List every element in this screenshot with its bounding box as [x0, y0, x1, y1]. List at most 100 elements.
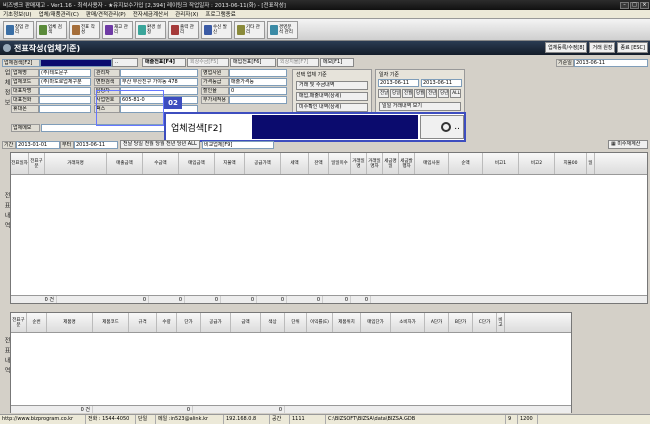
top-grid-column-header[interactable]: 순액 [449, 153, 483, 174]
bottom-grid-body[interactable] [11, 333, 571, 405]
menu-item[interactable]: 기초정보(U) [3, 10, 32, 18]
top-grid-column-header[interactable]: 매입사원 [415, 153, 449, 174]
date-quick-button[interactable]: 전월 [402, 89, 414, 98]
recalc-unpaid-button[interactable]: ▦ 미수재계산 [608, 140, 648, 149]
top-grid-column-header[interactable]: 거래일명 [351, 153, 367, 174]
bottom-grid-column-header[interactable]: 금액 [231, 313, 261, 332]
field-value[interactable]: 매출가격등 [229, 78, 287, 86]
bottom-grid-column-header[interactable]: 단가 [177, 313, 201, 332]
date-quick-button[interactable]: 당일 [390, 89, 402, 98]
bottom-grid-column-header[interactable]: 제품코드 [93, 313, 129, 332]
top-grid-column-header[interactable]: 세금명일 [383, 153, 399, 174]
top-grid-body[interactable] [11, 175, 647, 295]
menu-item[interactable]: 판매/견적관리(P) [86, 10, 126, 18]
field-value[interactable] [39, 105, 91, 113]
menu-item[interactable]: 전자세금계산서 [133, 10, 168, 18]
date-from-input[interactable]: 2013-06-11 [378, 79, 419, 87]
bottom-grid-column-header[interactable]: A단가 [425, 313, 449, 332]
bottom-grid-column-header[interactable]: 제품위치 [333, 313, 361, 332]
tooltip-search-input[interactable] [250, 115, 418, 139]
field-value[interactable] [229, 69, 287, 77]
daily-history-button[interactable]: 일일 거래내역 보기 [379, 102, 461, 111]
top-grid-column-header[interactable]: 거래일명자 [367, 153, 383, 174]
top-grid-column-header[interactable]: 세금발행자 [399, 153, 415, 174]
date-to-input[interactable]: 2013-06-11 [421, 79, 462, 87]
bottom-grid-column-header[interactable]: 단위 [285, 313, 307, 332]
field-value[interactable] [120, 69, 198, 77]
top-grid-column-header[interactable]: 공급가액 [245, 153, 281, 174]
date-quick-button[interactable]: 당월 [414, 89, 426, 98]
field-value[interactable] [229, 96, 287, 104]
bottom-grid-column-header[interactable]: C단가 [473, 313, 497, 332]
toolbar-button[interactable]: 업체 검색 [36, 20, 67, 39]
top-grid-column-header[interactable]: 잔액 [309, 153, 329, 174]
field-value[interactable]: 0 [229, 87, 287, 95]
toolbar-button[interactable]: 기타 관리 [234, 20, 265, 39]
trade-detail-button[interactable]: 매입,매출내역(상세) [296, 92, 368, 101]
tab-collection[interactable]: 회상수금[F5] [187, 58, 229, 67]
bottom-grid-column-header[interactable]: 순번 [27, 313, 47, 332]
base-date-input[interactable]: 2013-06-11 [574, 58, 648, 67]
top-grid-column-header[interactable]: 수금액 [143, 153, 179, 174]
field-value[interactable] [39, 87, 91, 95]
exit-button[interactable]: 종료 [ESC] [617, 42, 648, 53]
date-quick-button[interactable]: 당년 [438, 89, 450, 98]
period-from-input[interactable]: 2013-01-01 [16, 140, 60, 149]
top-grid-column-header[interactable]: 거래처명 [45, 153, 107, 174]
top-grid-column-header[interactable]: 매입금액 [179, 153, 215, 174]
top-grid-column-header[interactable]: 비고1 [483, 153, 519, 174]
top-grid-column-header[interactable]: 지불00 [555, 153, 587, 174]
top-grid-column-header[interactable]: 전표구분 [29, 153, 45, 174]
top-grid-column-header[interactable]: 일 [587, 153, 595, 174]
bottom-grid-column-header[interactable]: B단가 [449, 313, 473, 332]
toolbar-button[interactable]: 재고 관리 [102, 20, 133, 39]
tooltip-search-button[interactable]: .. [420, 115, 464, 139]
menu-item[interactable]: 프로그램종료 [205, 10, 235, 18]
ledger-button[interactable]: 거래 원장 [589, 42, 616, 53]
period-to-input[interactable]: 2013-06-11 [74, 140, 118, 149]
field-value[interactable] [39, 96, 91, 104]
top-grid-column-header[interactable]: 비고2 [519, 153, 555, 174]
top-grid-column-header[interactable]: 일일미수 [329, 153, 351, 174]
toolbar-button[interactable]: 수신 발신 [201, 20, 232, 39]
field-value[interactable]: 부산 부산진구 가야동 478 [120, 78, 198, 86]
date-quick-button[interactable]: 전년 [426, 89, 438, 98]
toolbar-button[interactable]: 출력 관리 [168, 20, 199, 39]
field-value[interactable]: (주)테도문구 [39, 69, 91, 77]
history-button[interactable]: 거래 및 수금내역 [296, 81, 368, 90]
menu-item[interactable]: 관리자(X) [175, 10, 198, 18]
toolbar-button[interactable]: 환경 설정 [135, 20, 166, 39]
bottom-grid-column-header[interactable]: 공급가 [201, 313, 231, 332]
field-value[interactable]: (주)마도로업체구분 [39, 78, 91, 86]
tab-purchase-slip[interactable]: 매입전표[F6] [230, 58, 276, 67]
menu-item[interactable]: 업체/재품관리(C) [39, 10, 79, 18]
bottom-grid-column-header[interactable]: 비고 [497, 313, 505, 332]
top-grid-column-header[interactable]: 전표일자 [11, 153, 29, 174]
maximize-icon[interactable]: □ [630, 1, 639, 9]
bottom-grid-column-header[interactable]: 규격 [129, 313, 157, 332]
bottom-grid-column-header[interactable]: 매입단가 [361, 313, 391, 332]
date-quick-button[interactable]: 전날 [378, 89, 390, 98]
unpaid-detail-button[interactable]: 미수확인 내역(상세) [296, 103, 368, 112]
toolbar-button[interactable]: 창업 관리 [3, 20, 34, 39]
toolbar-button[interactable]: 경영분석 관리 [267, 20, 298, 39]
close-icon[interactable]: × [640, 1, 649, 9]
tab-payment[interactable]: 외상지불[F7] [277, 58, 319, 67]
bottom-grid-column-header[interactable]: 소비자가 [391, 313, 425, 332]
bottom-grid-column-header[interactable]: 수량 [157, 313, 177, 332]
bottom-grid-column-header[interactable]: 이익률(E) [307, 313, 333, 332]
top-grid-column-header[interactable]: 세액 [281, 153, 309, 174]
toolbar-button[interactable]: 전표 작성 [69, 20, 100, 39]
top-grid-column-header[interactable]: 지불액 [215, 153, 245, 174]
bottom-grid-column-header[interactable]: 색상 [261, 313, 285, 332]
tab-memo[interactable]: 메모[F1] [320, 58, 354, 67]
company-edit-button[interactable]: 업체등록/수정[8] [545, 42, 588, 53]
period-quick-buttons[interactable]: 전날 당일 전월 당월 전년 당년 ALL [120, 140, 200, 149]
company-search-input[interactable] [40, 58, 112, 67]
bottom-grid-column-header[interactable]: 전표구분 [11, 313, 27, 332]
search-button[interactable]: .. [112, 58, 138, 67]
date-quick-button[interactable]: ALL [450, 89, 461, 98]
compare-company-picker[interactable]: 비교업체[F9] [202, 140, 274, 149]
minimize-icon[interactable]: – [620, 1, 629, 9]
top-grid-column-header[interactable]: 매출금액 [107, 153, 143, 174]
